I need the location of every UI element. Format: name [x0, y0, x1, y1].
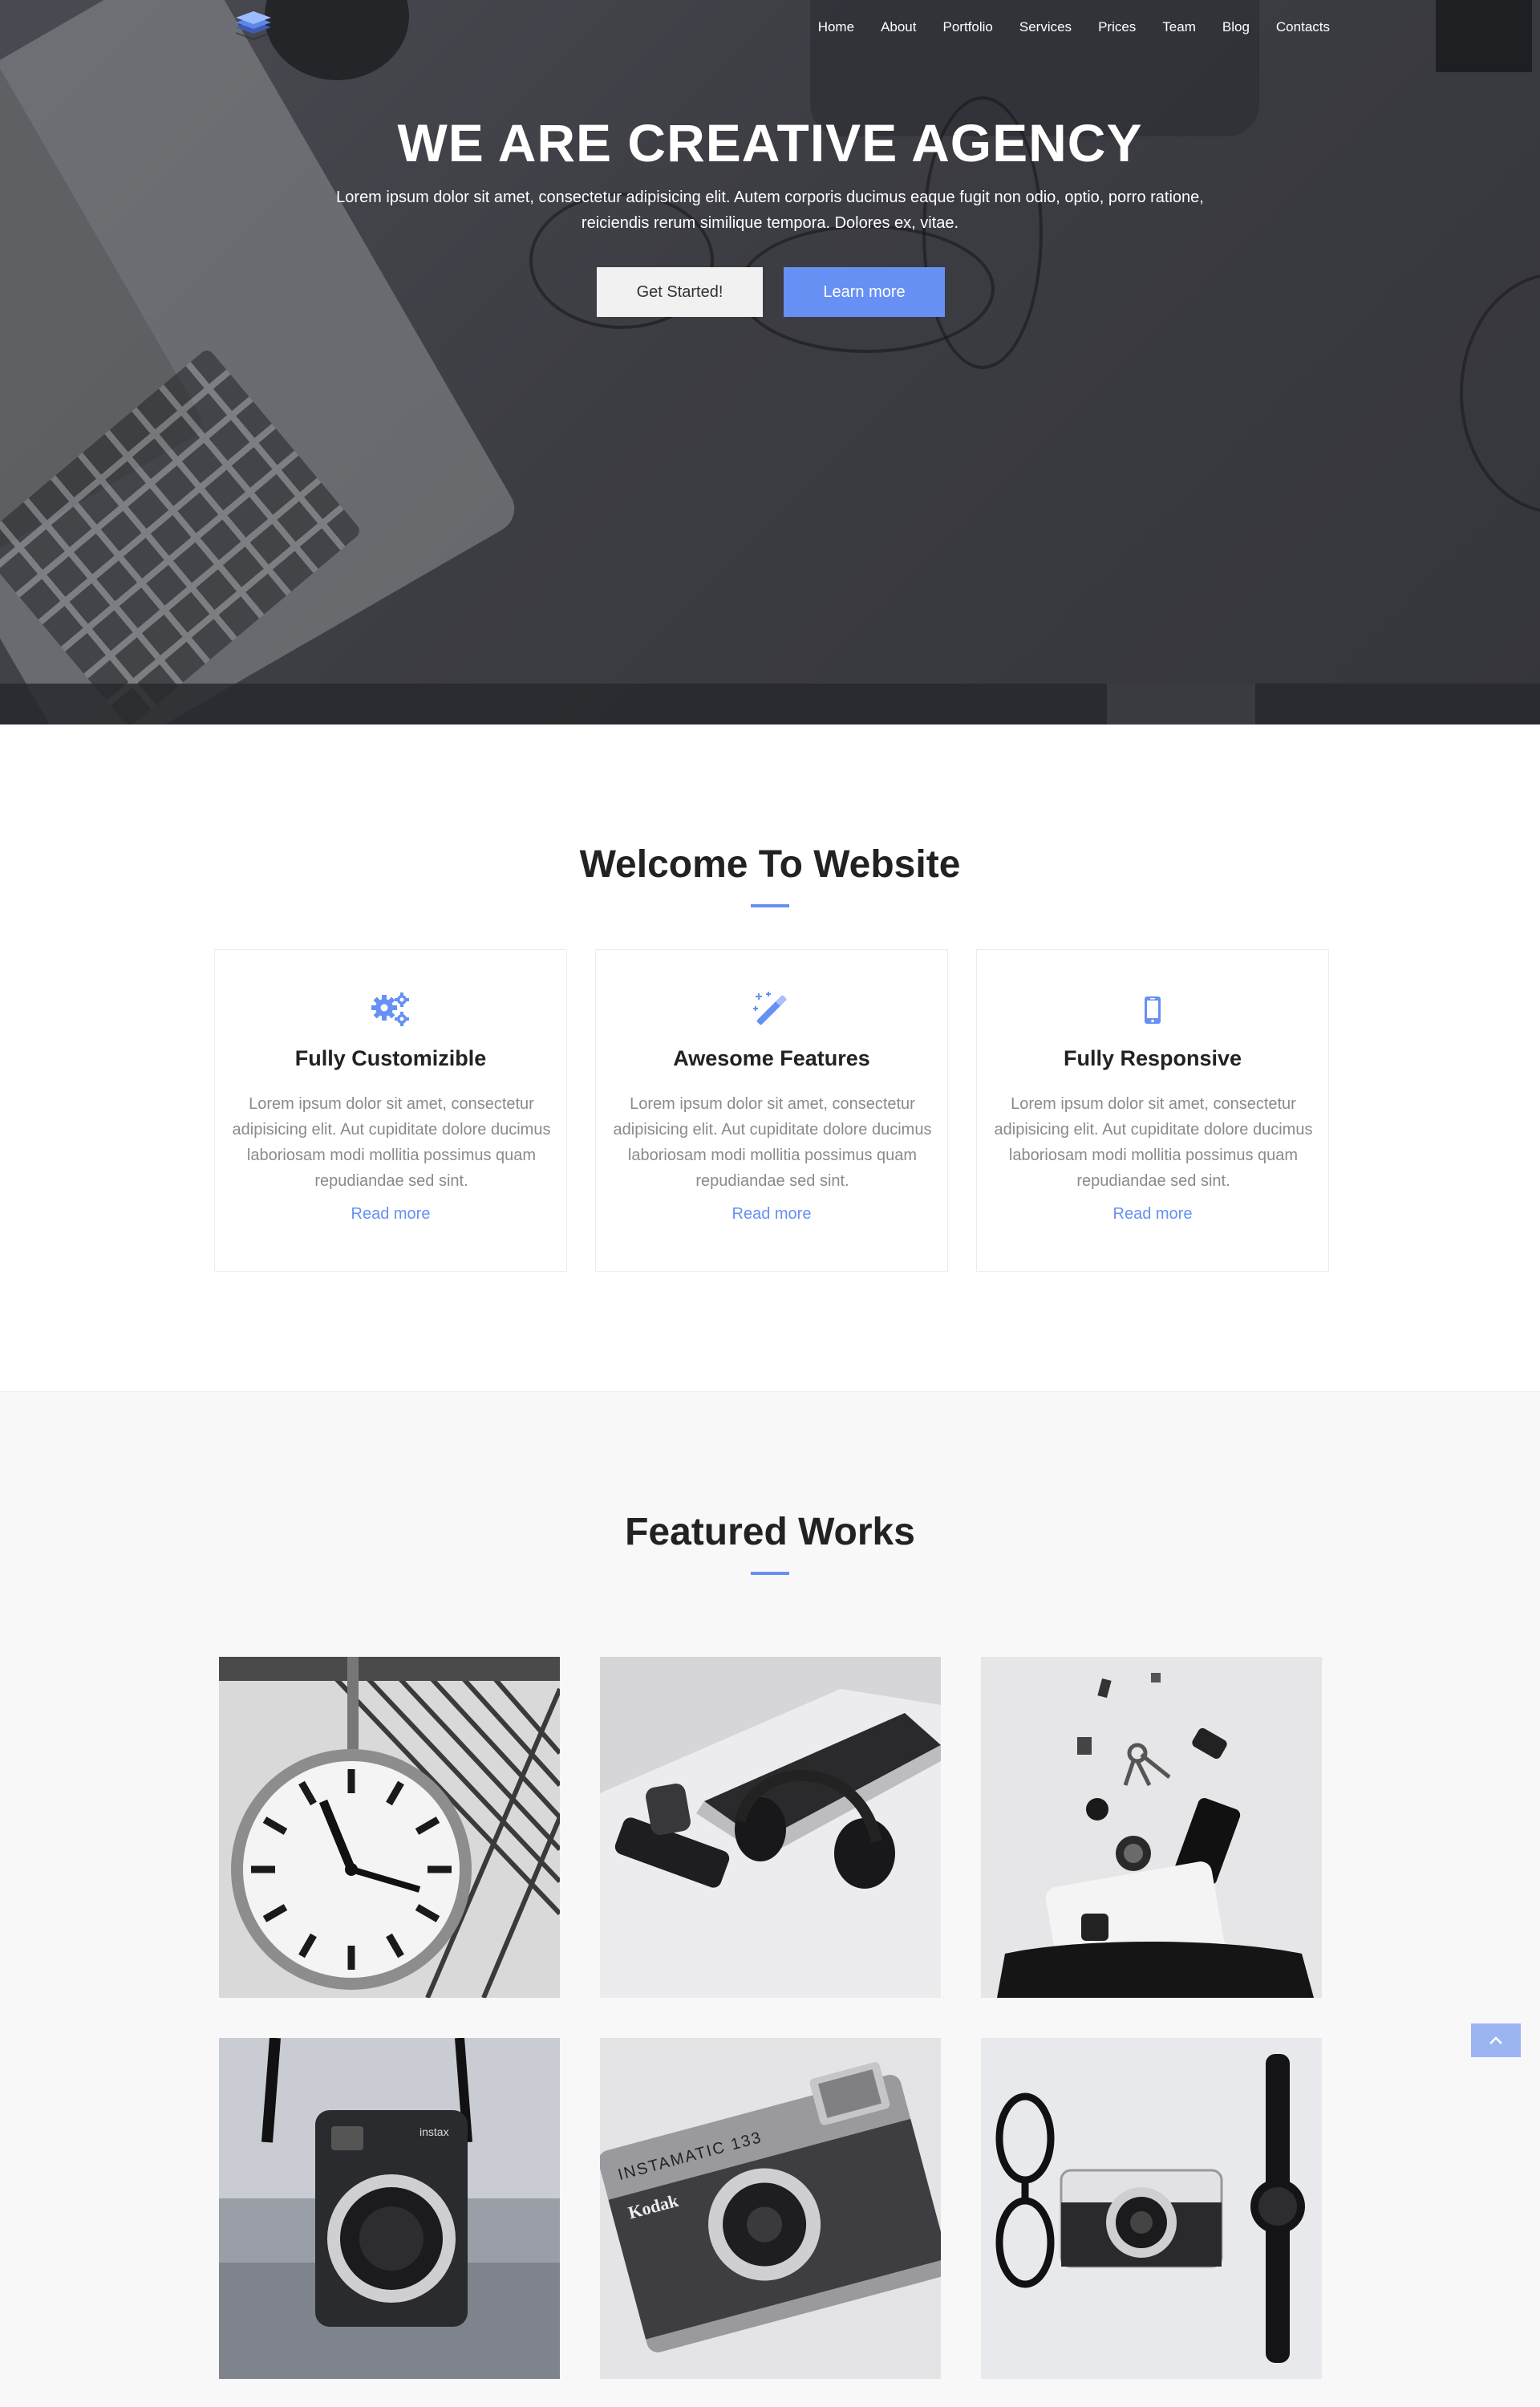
feature-card-text: Lorem ipsum dolor sit amet, consectetur …	[994, 1095, 1313, 1190]
gears-icon	[371, 992, 409, 1026]
nav-blog-link[interactable]: Blog	[1222, 19, 1250, 35]
chevron-up-icon	[1489, 2036, 1502, 2044]
scroll-to-top-button[interactable]	[1471, 2023, 1521, 2057]
welcome-title: Welcome To Website	[579, 843, 961, 886]
portfolio-item-station-clock[interactable]	[219, 1657, 560, 1998]
hero-title: WE ARE CREATIVE AGENCY	[397, 113, 1143, 173]
feature-card: Fully Customizible Lorem ipsum dolor sit…	[214, 949, 567, 1272]
main-nav: Home About Portfolio Services Prices Tea…	[818, 19, 1330, 35]
station-clock-photo	[219, 1657, 560, 1998]
read-more-link[interactable]: Read more	[215, 1205, 566, 1224]
feature-card-title: Fully Responsive	[1063, 1046, 1242, 1070]
mobile-phone-icon	[1145, 996, 1161, 1024]
hero-section	[0, 0, 1540, 725]
bag-items-flatlay-photo	[981, 1657, 1322, 1998]
feature-card-title: Fully Customizible	[294, 1046, 487, 1070]
svg-text:instax: instax	[419, 2125, 449, 2138]
nav-team-link[interactable]: Team	[1162, 19, 1196, 35]
plate-background	[1460, 273, 1540, 513]
get-started-button[interactable]: Get Started!	[597, 267, 763, 317]
portfolio-item-camera-glasses[interactable]	[981, 2038, 1322, 2379]
feature-card-text: Lorem ipsum dolor sit amet, consectetur …	[232, 1095, 551, 1190]
read-more-link[interactable]: Read more	[596, 1205, 947, 1224]
nav-about-link[interactable]: About	[881, 19, 916, 35]
headphones-laptop-phone-photo	[600, 1657, 941, 1998]
logo-icon[interactable]	[231, 10, 276, 45]
feature-card-text: Lorem ipsum dolor sit amet, consectetur …	[613, 1095, 932, 1190]
nav-home-link[interactable]: Home	[818, 19, 854, 35]
portfolio-item-headphones[interactable]	[600, 1657, 941, 1998]
nav-portfolio-link[interactable]: Portfolio	[943, 19, 993, 35]
portfolio-item-bag-flatlay[interactable]	[981, 1657, 1322, 1998]
kodak-camera-photo: INSTAMATIC 133 Kodak	[600, 2038, 941, 2379]
nav-contacts-link[interactable]: Contacts	[1276, 19, 1330, 35]
featured-works-title: Featured Works	[625, 1511, 915, 1553]
hero-bottom-strip-accent	[1107, 684, 1255, 725]
camera-glasses-watch-photo	[981, 2038, 1322, 2379]
feature-card: Awesome Features Lorem ipsum dolor sit a…	[595, 949, 948, 1272]
welcome-title-underline	[751, 904, 789, 907]
feature-card-title: Awesome Features	[673, 1046, 870, 1070]
hero-bottom-strip	[0, 684, 1540, 725]
device-corner-background	[1436, 0, 1532, 72]
portfolio-item-kodak[interactable]: INSTAMATIC 133 Kodak	[600, 2038, 941, 2379]
nav-prices-link[interactable]: Prices	[1098, 19, 1136, 35]
nav-services-link[interactable]: Services	[1019, 19, 1072, 35]
feature-card: Fully Responsive Lorem ipsum dolor sit a…	[976, 949, 1329, 1272]
instax-camera-photo: instax	[219, 2038, 560, 2379]
portfolio-item-instax[interactable]: instax	[219, 2038, 560, 2379]
hero-description: Lorem ipsum dolor sit amet, consectetur …	[336, 189, 1204, 232]
learn-more-button[interactable]: Learn more	[784, 267, 945, 317]
featured-title-underline	[751, 1572, 789, 1575]
headphone-background	[265, 0, 409, 80]
read-more-link[interactable]: Read more	[977, 1205, 1328, 1224]
magic-wand-icon	[753, 992, 787, 1025]
